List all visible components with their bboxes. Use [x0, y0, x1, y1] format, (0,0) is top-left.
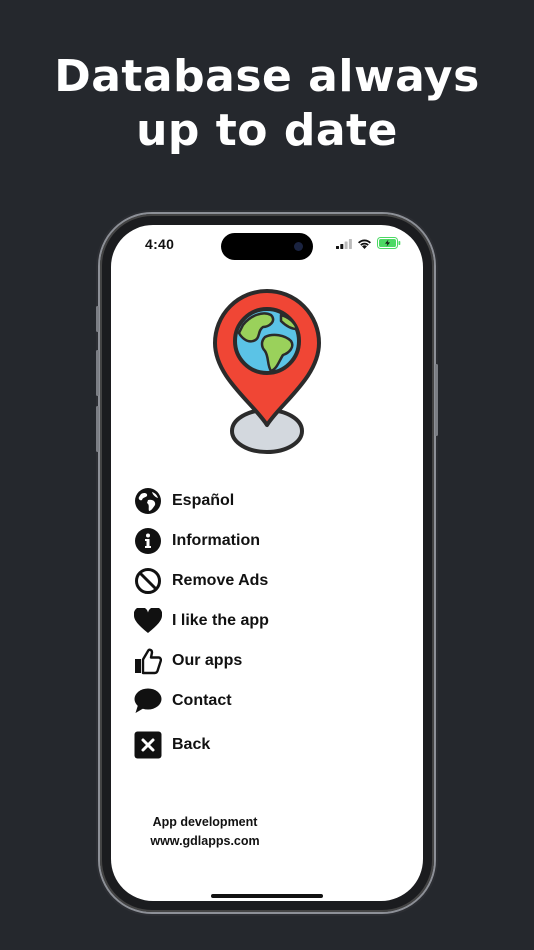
menu-item-label: Information [172, 532, 260, 549]
menu-item-like-app[interactable]: I like the app [133, 601, 269, 641]
main-menu: Español Information Remove Ads I like th… [133, 481, 269, 765]
home-indicator[interactable] [211, 894, 323, 898]
headline-line-2: up to date [136, 105, 398, 156]
status-time: 4:40 [145, 236, 175, 252]
headline-line-1: Database always [54, 51, 480, 102]
power-button [435, 364, 438, 436]
headline: Database always up to date [0, 50, 534, 158]
signal-icon [336, 238, 352, 249]
menu-item-label: Remove Ads [172, 572, 269, 589]
developer-credit: App development www.gdlapps.com [125, 813, 285, 851]
menu-item-contact[interactable]: Contact [133, 681, 269, 721]
close-box-icon [133, 730, 163, 760]
menu-item-label: Contact [172, 692, 232, 709]
globe-icon [133, 486, 163, 516]
menu-item-back[interactable]: Back [133, 725, 269, 765]
action-button [96, 306, 99, 332]
thumbs-up-icon [133, 646, 163, 676]
phone-frame: 4:40 Español Information Remove Ads I li… [96, 214, 438, 912]
developer-credit-title: App development [152, 815, 258, 829]
wifi-icon [358, 239, 371, 249]
volume-down-button [96, 406, 99, 452]
battery-charging-icon [377, 237, 401, 249]
info-icon [133, 526, 163, 556]
menu-item-information[interactable]: Information [133, 521, 269, 561]
developer-website-link[interactable]: www.gdlapps.com [125, 832, 285, 851]
no-symbol-icon [133, 566, 163, 596]
menu-item-our-apps[interactable]: Our apps [133, 641, 269, 681]
menu-item-label: Back [172, 736, 211, 753]
menu-item-remove-ads[interactable]: Remove Ads [133, 561, 269, 601]
status-icons [336, 237, 401, 249]
menu-item-label: I like the app [172, 612, 269, 629]
menu-item-label: Español [172, 492, 235, 509]
globe-location-pin-logo [213, 289, 321, 454]
dynamic-island [221, 233, 313, 260]
speech-bubble-icon [133, 686, 163, 716]
heart-icon [133, 606, 163, 636]
menu-item-language[interactable]: Español [133, 481, 269, 521]
app-screen: 4:40 Español Information Remove Ads I li… [111, 225, 423, 901]
camera-icon [294, 242, 303, 251]
volume-up-button [96, 350, 99, 396]
menu-item-label: Our apps [172, 652, 243, 669]
